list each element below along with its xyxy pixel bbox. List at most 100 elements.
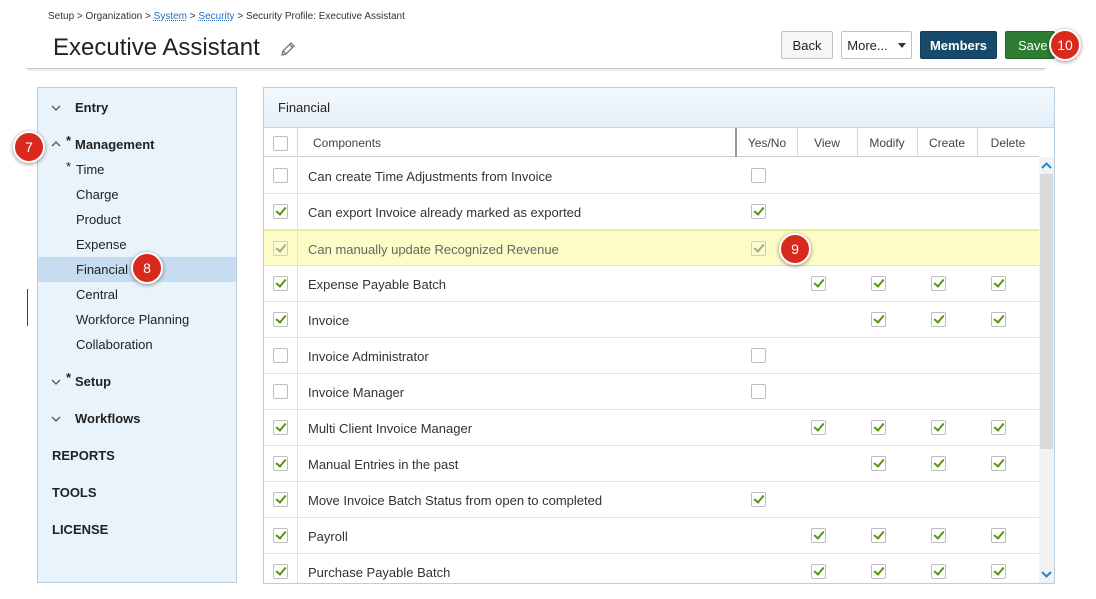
modify-checkbox[interactable] [871, 456, 886, 471]
create-checkbox[interactable] [931, 456, 946, 471]
table-row[interactable]: Can create Time Adjustments from Invoice [264, 158, 1039, 194]
create-checkbox[interactable] [931, 276, 946, 291]
row-select-checkbox[interactable] [273, 241, 288, 256]
component-label: Invoice [308, 312, 350, 328]
column-components[interactable]: Components [313, 128, 381, 157]
sidebar-item-charge[interactable]: Charge [38, 182, 236, 207]
row-select-checkbox[interactable] [273, 204, 288, 219]
delete-checkbox[interactable] [991, 564, 1006, 579]
table-row[interactable]: Can export Invoice already marked as exp… [264, 194, 1039, 230]
select-all-checkbox[interactable] [273, 136, 288, 151]
component-label: Payroll [308, 528, 348, 544]
yesno-checkbox[interactable] [751, 168, 766, 183]
view-checkbox[interactable] [811, 564, 826, 579]
table-row[interactable]: Multi Client Invoice Manager [264, 410, 1039, 446]
component-label: Can export Invoice already marked as exp… [308, 204, 582, 220]
table-row[interactable]: Manual Entries in the past [264, 446, 1039, 482]
component-label: Can create Time Adjustments from Invoice [308, 168, 553, 184]
members-button[interactable]: Members [920, 31, 997, 59]
table-row[interactable]: Purchase Payable Batch [264, 554, 1039, 583]
modify-checkbox[interactable] [871, 312, 886, 327]
save-button[interactable]: Save [1005, 31, 1055, 59]
required-marker: * [66, 370, 72, 385]
breadcrumb-security-link[interactable]: Security [198, 11, 234, 22]
yesno-checkbox[interactable] [751, 384, 766, 399]
sidebar-item-management[interactable]: * Management [38, 132, 236, 157]
row-select-checkbox[interactable] [273, 492, 288, 507]
scroll-down-icon[interactable] [1040, 567, 1053, 581]
row-select-checkbox[interactable] [273, 348, 288, 363]
column-create[interactable]: Create [917, 128, 977, 157]
create-checkbox[interactable] [931, 420, 946, 435]
panel-header: Financial [264, 88, 1054, 128]
financial-permissions-panel: Financial Components Yes/No View Modify … [263, 87, 1055, 584]
sidebar-item-reports[interactable]: REPORTS [38, 443, 236, 468]
column-delete[interactable]: Delete [977, 128, 1039, 157]
modify-checkbox[interactable] [871, 420, 886, 435]
table-row[interactable]: Payroll [264, 518, 1039, 554]
row-select-checkbox[interactable] [273, 312, 288, 327]
column-modify[interactable]: Modify [857, 128, 917, 157]
delete-checkbox[interactable] [991, 276, 1006, 291]
table-row[interactable]: Invoice Manager [264, 374, 1039, 410]
yesno-checkbox[interactable] [751, 241, 766, 256]
back-button[interactable]: Back [781, 31, 833, 59]
row-select-checkbox[interactable] [273, 456, 288, 471]
yesno-checkbox[interactable] [751, 204, 766, 219]
scrollbar-thumb[interactable] [1040, 174, 1053, 449]
chevron-down-icon [51, 379, 61, 385]
delete-checkbox[interactable] [991, 420, 1006, 435]
modify-checkbox[interactable] [871, 528, 886, 543]
yesno-checkbox[interactable] [751, 492, 766, 507]
sidebar: Entry * Management * Time Charge Product… [37, 87, 237, 583]
more-dropdown-button[interactable]: More... [841, 31, 912, 59]
create-checkbox[interactable] [931, 564, 946, 579]
chevron-down-icon [51, 416, 61, 422]
yesno-checkbox[interactable] [751, 348, 766, 363]
row-select-checkbox[interactable] [273, 528, 288, 543]
sidebar-item-expense[interactable]: Expense [38, 232, 236, 257]
sidebar-item-product[interactable]: Product [38, 207, 236, 232]
component-label: Expense Payable Batch [308, 276, 447, 292]
component-label: Move Invoice Batch Status from open to c… [308, 492, 603, 508]
scroll-up-icon[interactable] [1040, 159, 1053, 173]
row-select-checkbox[interactable] [273, 420, 288, 435]
view-checkbox[interactable] [811, 420, 826, 435]
component-label: Can manually update Recognized Revenue [308, 241, 559, 257]
required-marker: * [66, 159, 72, 174]
sidebar-item-collaboration[interactable]: Collaboration [38, 332, 236, 357]
view-checkbox[interactable] [811, 528, 826, 543]
row-select-checkbox[interactable] [273, 276, 288, 291]
delete-checkbox[interactable] [991, 312, 1006, 327]
view-checkbox[interactable] [811, 276, 826, 291]
sidebar-item-workforce-planning[interactable]: Workforce Planning [38, 307, 236, 332]
sidebar-item-license[interactable]: LICENSE [38, 517, 236, 542]
column-view[interactable]: View [797, 128, 857, 157]
table-row[interactable]: Expense Payable Batch [264, 266, 1039, 302]
table-row[interactable]: Move Invoice Batch Status from open to c… [264, 482, 1039, 518]
table-row[interactable]: Invoice Administrator [264, 338, 1039, 374]
sidebar-item-time[interactable]: * Time [38, 157, 236, 182]
breadcrumb-system-link[interactable]: System [154, 11, 187, 22]
modify-checkbox[interactable] [871, 564, 886, 579]
column-yesno[interactable]: Yes/No [737, 128, 797, 157]
create-checkbox[interactable] [931, 528, 946, 543]
sidebar-item-tools[interactable]: TOOLS [38, 480, 236, 505]
row-select-checkbox[interactable] [273, 384, 288, 399]
breadcrumb-current: Security Profile: Executive Assistant [245, 11, 405, 22]
delete-checkbox[interactable] [991, 456, 1006, 471]
modify-checkbox[interactable] [871, 276, 886, 291]
row-select-checkbox[interactable] [273, 168, 288, 183]
component-label: Manual Entries in the past [308, 456, 459, 472]
sidebar-item-central[interactable]: Central [38, 282, 236, 307]
pencil-edit-icon[interactable] [279, 40, 297, 58]
component-label: Invoice Administrator [308, 348, 429, 364]
sidebar-item-workflows[interactable]: Workflows [38, 406, 236, 431]
row-select-checkbox[interactable] [273, 564, 288, 579]
sidebar-item-entry[interactable]: Entry [38, 95, 236, 120]
create-checkbox[interactable] [931, 312, 946, 327]
delete-checkbox[interactable] [991, 528, 1006, 543]
table-row[interactable]: Invoice [264, 302, 1039, 338]
table-row[interactable]: Can manually update Recognized Revenue [264, 230, 1039, 267]
sidebar-item-setup[interactable]: * Setup [38, 369, 236, 394]
